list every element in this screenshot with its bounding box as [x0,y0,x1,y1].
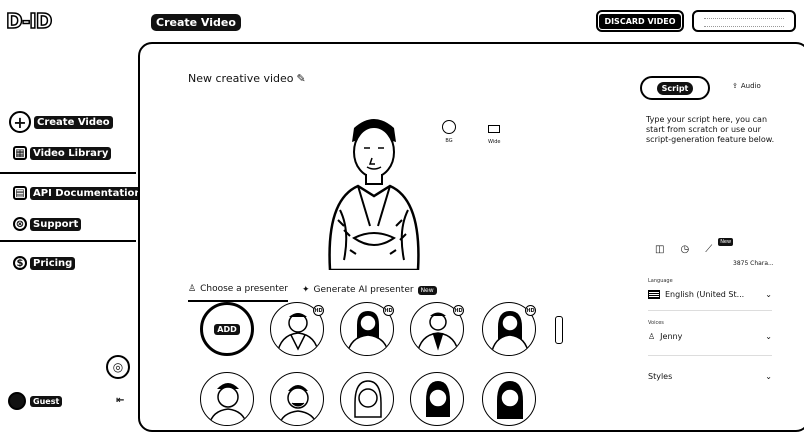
us-flag-icon [648,290,660,299]
discard-video-label: DISCARD VIDEO [599,13,681,29]
presenter-preview [328,119,420,270]
sidebar-divider [0,172,136,174]
sidebar-divider [0,240,136,242]
new-badge: New [718,237,734,246]
language-select[interactable]: English (United St... ⌄ [648,290,772,299]
add-presenter-button[interactable]: ADD [200,302,254,356]
styles-label: Styles [648,372,673,381]
tab-script-label: Script [656,81,694,95]
scrollbar[interactable] [555,316,563,344]
divider [648,310,772,311]
dollar-icon: $ [13,256,27,270]
sidebar-item-create-video[interactable]: + Create Video [9,111,113,133]
collapse-icon[interactable]: ⇤ [116,395,124,406]
tab-choose-presenter[interactable]: ♙ Choose a presenter [188,284,288,302]
sidebar-item-label: Video Library [30,146,112,160]
hd-badge: HD [453,305,464,316]
new-badge: New [417,285,437,295]
pencil-icon[interactable]: ✎ [297,72,306,85]
rectangle-icon [488,125,501,133]
circle-icon [442,120,456,134]
script-tools: ◫ ◷ ⟋ New [655,237,743,255]
sidebar-item-label: Support [30,217,82,231]
voice-value: Jenny [660,332,683,341]
sidebar-item-label: API Documentation [30,186,145,200]
chat-bubble-icon[interactable]: ◎ [106,355,130,379]
presenter-thumbnail[interactable] [482,372,536,426]
tab-label: Generate AI presenter [313,285,414,295]
presenter-tabs: ♙ Choose a presenter ✦ Generate AI prese… [188,284,437,302]
hd-badge: HD [383,305,394,316]
generate-video-button[interactable] [692,10,796,32]
video-title-text: New creative video [188,72,294,85]
sidebar-item-label: Create Video [34,115,113,129]
top-bar: D-ID Create Video DISCARD VIDEO [0,0,804,42]
voices-label: Voices [648,320,664,326]
hd-badge: HD [525,305,536,316]
background-option-label: BG [445,138,453,144]
sparkle-icon: ✦ [302,285,310,295]
wide-option[interactable]: Wide [488,122,500,145]
chevron-down-icon: ⌄ [765,372,772,381]
sidebar-item-api-documentation[interactable]: ▤ API Documentation [13,186,145,200]
discard-video-button[interactable]: DISCARD VIDEO [596,10,684,32]
sidebar-item-support[interactable]: ⊗ Support [13,217,82,231]
magic-wand-icon[interactable]: ⟋ [705,244,712,255]
tab-generate-ai-presenter[interactable]: ✦ Generate AI presenter New [302,284,437,302]
language-value: English (United St... [665,290,745,299]
language-label: Language [648,278,673,284]
sidebar-item-pricing[interactable]: $ Pricing [13,256,76,270]
presenter-thumbnail[interactable] [270,372,324,426]
chevron-down-icon: ⌄ [765,332,772,341]
tab-script[interactable]: Script [640,76,710,100]
upload-icon: ⇪ [732,82,738,90]
presenter-thumbnail[interactable] [200,372,254,426]
sidebar-item-video-library[interactable]: ▦ Video Library [13,146,112,160]
camera-icon[interactable]: ◫ [655,244,664,255]
document-icon: ▤ [13,186,27,200]
person-icon: ♙ [188,284,197,294]
divider [648,355,772,356]
styles-select[interactable]: Styles ⌄ [648,372,772,381]
lifebuoy-icon: ⊗ [13,217,27,231]
app-logo[interactable]: D-ID [5,8,53,34]
grid-icon: ▦ [13,146,27,160]
tab-audio[interactable]: ⇪ Audio [732,82,761,90]
wide-option-label: Wide [488,139,501,145]
background-option[interactable]: BG [442,120,456,144]
tab-audio-label: Audio [740,82,761,90]
plus-icon: + [9,111,31,133]
generate-video-label [704,18,784,27]
avatar [8,392,26,410]
sidebar-item-label: Pricing [30,256,76,270]
user-name: Guest [30,395,63,407]
person-icon: ♙ [648,332,656,341]
page-title: Create Video [151,14,241,31]
script-input[interactable]: Type your script here, you can start fro… [646,115,776,145]
add-presenter-label: ADD [214,323,240,335]
user-profile[interactable]: Guest [8,392,63,410]
video-title[interactable]: New creative video ✎ [188,72,306,85]
timer-icon[interactable]: ◷ [680,244,689,255]
presenter-thumbnail[interactable] [340,372,394,426]
hd-badge: HD [313,305,324,316]
voice-select[interactable]: ♙ Jenny ⌄ [648,332,772,341]
character-count: 3875 Chara... [733,260,774,267]
presenter-thumbnail[interactable] [410,372,464,426]
chevron-down-icon: ⌄ [765,290,772,299]
tab-label: Choose a presenter [200,284,288,294]
